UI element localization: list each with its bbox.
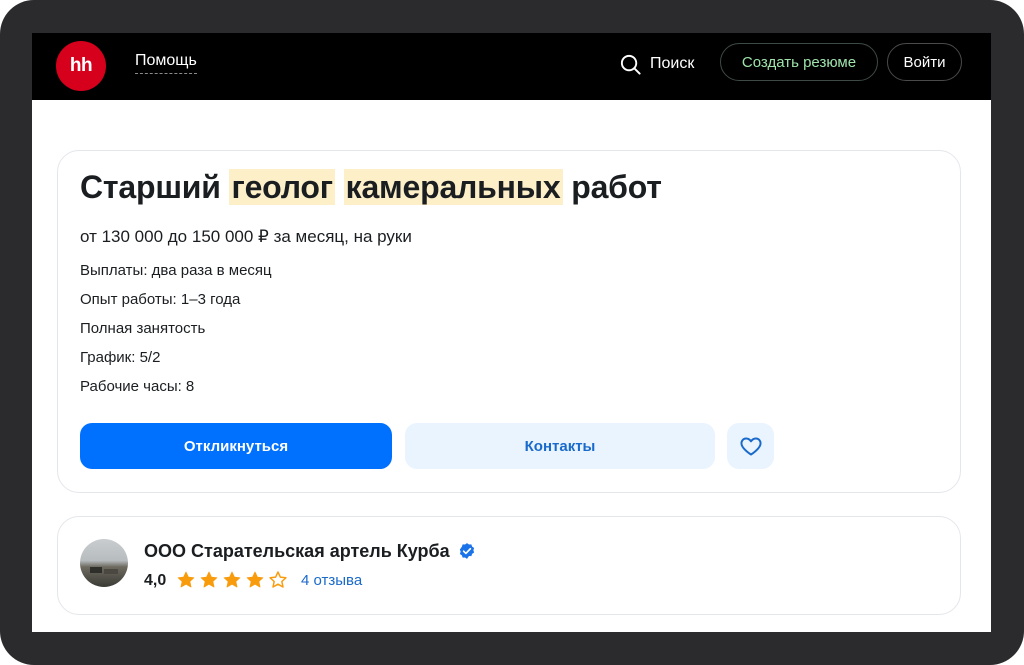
star-filled-icon bbox=[200, 571, 218, 588]
company-card: ООО Старательская артель Курба 4,0 4 отз… bbox=[57, 516, 961, 615]
verified-check-icon bbox=[459, 543, 475, 559]
star-filled-icon bbox=[223, 571, 241, 588]
rating-value: 4,0 bbox=[144, 572, 167, 589]
heart-icon bbox=[740, 437, 761, 456]
favorite-button[interactable] bbox=[727, 423, 774, 469]
screen: hh Помощь Поиск Создать резюме Войти Ста… bbox=[32, 33, 991, 632]
title-highlight: геолог bbox=[229, 169, 335, 205]
create-resume-button[interactable]: Создать резюме bbox=[720, 43, 878, 81]
help-link[interactable]: Помощь bbox=[135, 52, 197, 74]
vacancy-card: Старший геолог камеральных работ от 130 … bbox=[57, 150, 961, 493]
detail-hours: Рабочие часы: 8 bbox=[80, 378, 195, 395]
search-label: Поиск bbox=[650, 55, 695, 72]
search-icon bbox=[620, 54, 641, 75]
star-empty-icon bbox=[269, 571, 287, 588]
device-frame: hh Помощь Поиск Создать резюме Войти Ста… bbox=[0, 0, 1024, 665]
reviews-link[interactable]: 4 отзыва bbox=[301, 572, 362, 589]
detail-payments: Выплаты: два раза в месяц bbox=[80, 262, 272, 279]
title-word: Старший bbox=[80, 169, 221, 205]
detail-employment: Полная занятость bbox=[80, 320, 206, 337]
avatar-image bbox=[90, 567, 118, 574]
login-button[interactable]: Войти bbox=[887, 43, 962, 81]
search-button[interactable]: Поиск bbox=[619, 49, 694, 79]
apply-button[interactable]: Откликнуться bbox=[80, 423, 392, 469]
salary: от 130 000 до 150 000 ₽ за месяц, на рук… bbox=[80, 227, 412, 246]
star-filled-icon bbox=[246, 571, 264, 588]
vacancy-title: Старший геолог камеральных работ bbox=[80, 169, 662, 206]
detail-schedule: График: 5/2 bbox=[80, 349, 161, 366]
contacts-button[interactable]: Контакты bbox=[405, 423, 715, 469]
title-word: работ bbox=[571, 169, 662, 205]
top-header: hh Помощь Поиск Создать резюме Войти bbox=[32, 33, 991, 100]
star-filled-icon bbox=[177, 571, 195, 588]
title-highlight: камеральных bbox=[343, 169, 563, 205]
company-avatar[interactable] bbox=[80, 539, 128, 587]
rating-stars bbox=[176, 570, 288, 590]
company-name[interactable]: ООО Старательская артель Курба bbox=[144, 541, 450, 562]
detail-experience: Опыт работы: 1–3 года bbox=[80, 291, 241, 308]
hh-logo[interactable]: hh bbox=[56, 41, 106, 91]
